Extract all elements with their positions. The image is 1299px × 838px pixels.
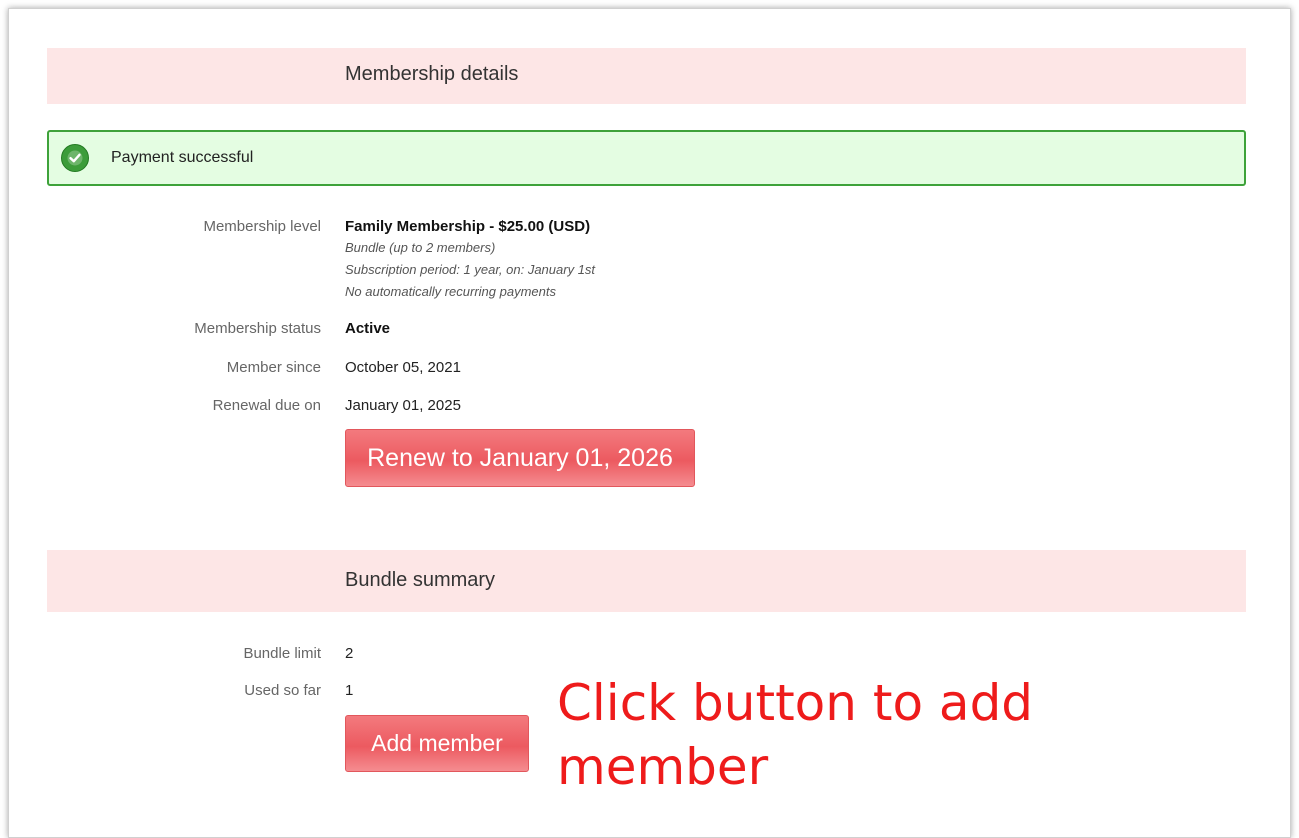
renewal-due-value: January 01, 2025 — [345, 397, 461, 414]
payment-success-alert: Payment successful — [47, 130, 1246, 186]
check-circle-icon — [61, 144, 89, 172]
used-so-far-value: 1 — [345, 682, 354, 699]
section-title: Membership details — [345, 63, 519, 85]
member-since-value: October 05, 2021 — [345, 359, 461, 376]
recurring-note: No automatically recurring payments — [345, 284, 556, 299]
bundle-note: Bundle (up to 2 members) — [345, 240, 496, 255]
membership-level-label: Membership level — [203, 218, 321, 235]
bundle-limit-label: Bundle limit — [243, 645, 321, 662]
membership-status-value: Active — [345, 320, 391, 337]
bundle-limit-value: 2 — [345, 645, 354, 662]
section-title: Bundle summary — [345, 569, 496, 591]
bundle-summary-header: Bundle summary — [47, 550, 1246, 612]
renewal-due-label: Renewal due on — [212, 397, 321, 414]
alert-message: Payment successful — [111, 149, 254, 166]
add-member-button[interactable]: Add member — [345, 715, 529, 772]
instruction-annotation: Click button to add member — [557, 674, 1034, 796]
member-since-label: Member since — [226, 359, 321, 376]
membership-status-label: Membership status — [194, 320, 321, 337]
membership-details-header: Membership details — [47, 48, 1246, 104]
used-so-far-label: Used so far — [244, 682, 321, 699]
membership-level-value: Family Membership - $25.00 (USD) — [345, 218, 591, 235]
subscription-period: Subscription period: 1 year, on: January… — [345, 262, 596, 277]
renew-button[interactable]: Renew to January 01, 2026 — [345, 429, 695, 487]
